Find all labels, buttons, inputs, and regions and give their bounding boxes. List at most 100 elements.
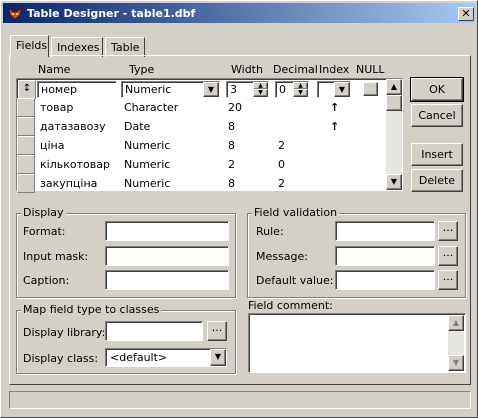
width-value: 3 [230,83,237,96]
field-type-cell: Numeric [124,158,171,171]
field-decimal-cell: 2 [278,139,285,152]
chevron-down-icon[interactable]: ▼ [210,349,226,366]
input-mask-label: Input mask: [23,250,89,263]
cancel-button[interactable]: Cancel [411,104,463,127]
default-value-input[interactable] [335,270,435,290]
row-selector[interactable] [17,117,35,136]
table-row[interactable]: ціна Numeric 8 2 [16,136,386,155]
field-width-cell: 8 [228,177,235,190]
spin-down-icon[interactable]: ▼ [253,89,268,97]
field-name-cell: ціна [40,139,65,152]
table-designer-window: Table Designer - table1.dbf ✕ Fields Ind… [0,0,478,418]
format-label: Format: [23,225,66,238]
display-class-value: <default> [110,351,168,364]
ok-button-label: OK [429,83,445,96]
field-name-cell: датазавозу [40,120,106,133]
field-name-input[interactable]: номер [37,81,117,98]
field-comment-label: Field comment: [248,299,333,312]
table-row[interactable]: кількотовар Numeric 2 0 [16,155,386,174]
field-type-value: Numeric [125,83,172,96]
ellipsis-icon: ... [442,270,454,283]
field-index-cell: ↑ [330,101,340,114]
field-name-cell: кількотовар [40,158,110,171]
row-selector[interactable] [17,174,35,193]
chevron-down-icon[interactable]: ▼ [334,82,350,97]
tab-fields-label: Fields [16,39,48,52]
ok-button[interactable]: OK [410,77,464,102]
close-button[interactable]: ✕ [458,7,474,21]
caption-input[interactable] [105,270,229,290]
scroll-thumb[interactable] [386,95,402,111]
message-label: Message: [256,250,308,263]
field-validation-group-label: Field validation [252,206,340,219]
ellipsis-icon: ... [211,321,223,334]
scroll-up-icon[interactable]: ▲ [386,79,402,95]
header-type: Type [129,63,155,76]
field-comment-textarea[interactable]: ▲ ▼ [248,313,466,373]
field-type-cell: Date [124,120,151,133]
display-class-label: Display class: [23,352,99,365]
header-null: NULL [356,63,385,76]
delete-button[interactable]: Delete [411,169,463,192]
field-width-cell: 8 [228,139,235,152]
display-class-select[interactable]: <default> ▼ [105,348,227,367]
table-row[interactable]: датазавозу Date 8 ↑ [16,117,386,136]
scroll-up-icon[interactable]: ▲ [448,315,464,331]
window-title: Table Designer - table1.dbf [27,7,196,20]
table-row-editing[interactable]: ↕ номер Numeric ▼ 3 ▲ ▼ 0 ▲ ▼ ▼ [17,80,387,99]
decimal-spinner[interactable]: 0 ▲ ▼ [275,81,309,98]
caption-label: Caption: [23,274,70,287]
header-name: Name [38,63,71,76]
drag-handle-icon: ↕ [22,83,32,94]
message-input[interactable] [335,246,435,266]
scroll-down-icon[interactable]: ▼ [448,355,464,371]
field-type-cell: Numeric [124,177,171,190]
tab-indexes[interactable]: Indexes [51,37,103,57]
row-selector[interactable] [17,98,35,117]
format-input[interactable] [105,221,229,241]
spin-down-icon[interactable]: ▼ [293,89,308,97]
row-move-handle[interactable]: ↕ [18,80,36,99]
tab-table[interactable]: Table [105,37,145,57]
rule-ellipsis-button[interactable]: ... [438,221,458,241]
field-name-value: номер [41,83,77,96]
field-index-cell: ↑ [330,120,340,133]
row-selector[interactable] [17,155,35,174]
null-checkbox[interactable] [363,82,378,96]
field-decimal-cell: 2 [278,177,285,190]
insert-button-label: Insert [421,148,453,161]
tab-fields[interactable]: Fields [10,35,49,57]
cancel-button-label: Cancel [418,109,456,122]
field-name-cell: товар [40,101,74,114]
comment-scrollbar[interactable]: ▲ ▼ [448,315,464,371]
display-library-label: Display library: [23,326,106,339]
input-mask-input[interactable] [105,246,229,266]
field-width-cell: 8 [228,120,235,133]
field-type-cell: Character [124,101,179,114]
scroll-down-icon[interactable]: ▼ [386,174,402,190]
display-library-input[interactable] [105,321,203,341]
header-decimal: Decimal [273,63,318,76]
field-decimal-cell: 0 [278,158,285,171]
message-ellipsis-button[interactable]: ... [438,246,458,266]
chevron-down-icon[interactable]: ▼ [203,82,219,97]
insert-button[interactable]: Insert [411,143,463,166]
fox-head-icon [8,7,22,20]
delete-button-label: Delete [418,174,456,187]
tab-indexes-label: Indexes [57,41,100,54]
table-row[interactable]: товар Character 20 ↑ [16,98,386,117]
display-library-ellipsis-button[interactable]: ... [207,321,227,341]
decimal-value: 0 [279,83,286,96]
default-value-label: Default value: [256,274,334,287]
width-spinner[interactable]: 3 ▲ ▼ [226,81,269,98]
header-index: Index [319,63,350,76]
index-combo[interactable]: ▼ [317,81,351,98]
table-row[interactable]: закупціна Numeric 8 2 [16,174,386,193]
grid-scrollbar[interactable]: ▲ ▼ [386,79,402,190]
default-value-ellipsis-button[interactable]: ... [438,270,458,290]
row-selector[interactable] [17,136,35,155]
field-type-combo[interactable]: Numeric ▼ [121,81,220,98]
field-type-cell: Numeric [124,139,171,152]
title-bar[interactable]: Table Designer - table1.dbf ✕ [3,3,475,23]
rule-input[interactable] [335,221,435,241]
